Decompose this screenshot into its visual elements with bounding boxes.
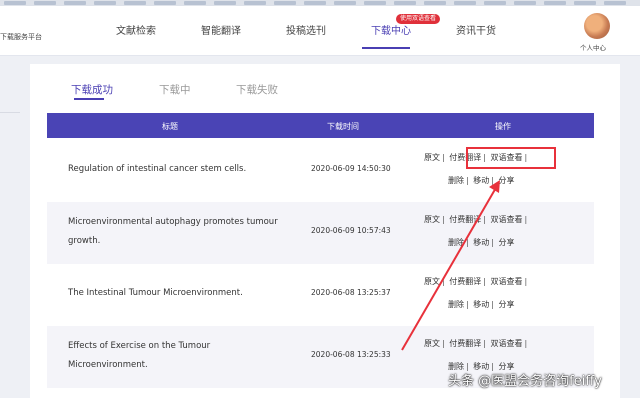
share-link[interactable]: 分享 [499,238,515,247]
download-time: 2020-06-08 13:25:37 [311,288,391,297]
highlight-box [466,147,556,169]
bilingual-view-link[interactable]: 双语查看 [491,277,523,286]
tab-active-indicator [74,98,104,100]
nav-download-center[interactable]: 下载中心 [371,22,411,37]
actions-line-2: 删除 | 移动 | 分享 [448,176,515,185]
actions-line-1: 原文 | 付费翻译 | 双语查看 | [424,339,528,348]
nav-literature-search[interactable]: 文献检索 [116,22,156,37]
download-panel: 下载成功 下载中 下载失败 标题 下载时间 操作 Regulation of i… [30,64,620,398]
avatar[interactable] [584,13,610,39]
watermark: 头条 @医盟会务咨询feiffy [448,374,602,389]
move-link[interactable]: 移动 [473,238,489,247]
table-header: 标题 下载时间 操作 [47,113,594,138]
move-link[interactable]: 移动 [473,300,489,309]
actions-line-2: 删除 | 移动 | 分享 [448,300,515,309]
actions-line-1: 原文 | 付费翻译 | 双语查看 | [424,215,528,224]
tab-download-success[interactable]: 下载成功 [71,82,113,97]
download-time: 2020-06-09 14:50:30 [311,164,391,173]
actions-line-1: 原文 | 付费翻译 | 双语查看 | [424,277,528,286]
paid-translate-link[interactable]: 付费翻译 [449,277,481,286]
original-link[interactable]: 原文 [424,277,440,286]
delete-link[interactable]: 删除 [448,176,464,185]
original-link[interactable]: 原文 [424,215,440,224]
brand-label: 下载服务平台 [0,33,42,41]
nav-news[interactable]: 资讯干货 [456,22,496,37]
share-link[interactable]: 分享 [499,300,515,309]
sidebar-divider [0,112,20,113]
user-center-link[interactable]: 个人中心 [580,42,606,52]
nav-smart-translate[interactable]: 智能翻译 [201,22,241,37]
actions-line-2: 删除 | 移动 | 分享 [448,238,515,247]
table-row: Microenvironmental autophagy promotes tu… [47,202,594,264]
delete-link[interactable]: 删除 [448,300,464,309]
top-navigation: 下载服务平台 文献检索 智能翻译 投稿选刊 下载中心 资讯干货 使用双语查看 个… [0,6,640,56]
download-time: 2020-06-08 13:25:33 [311,350,391,359]
original-link[interactable]: 原文 [424,339,440,348]
move-link[interactable]: 移动 [473,176,489,185]
bilingual-badge: 使用双语查看 [396,14,441,24]
column-actions: 操作 [495,122,511,131]
column-download-time: 下载时间 [327,122,359,131]
article-title: Regulation of intestinal cancer stem cel… [68,164,247,174]
article-title: Microenvironmental autophagy promotes tu… [68,217,278,246]
tab-download-failed[interactable]: 下载失败 [236,82,278,97]
nav-active-indicator [362,47,410,49]
paid-translate-link[interactable]: 付费翻译 [449,215,481,224]
paid-translate-link[interactable]: 付费翻译 [449,339,481,348]
table-row: The Intestinal Tumour Microenvironment. … [47,264,594,326]
tab-downloading[interactable]: 下载中 [159,82,191,97]
article-title: Effects of Exercise on the Tumour Microe… [68,341,211,370]
bilingual-view-link[interactable]: 双语查看 [491,215,523,224]
delete-link[interactable]: 删除 [448,238,464,247]
article-title: The Intestinal Tumour Microenvironment. [68,288,243,298]
download-time: 2020-06-09 10:57:43 [311,226,391,235]
nav-journal-select[interactable]: 投稿选刊 [286,22,326,37]
share-link[interactable]: 分享 [499,176,515,185]
original-link[interactable]: 原文 [424,153,440,162]
column-title: 标题 [162,122,178,131]
bilingual-view-link[interactable]: 双语查看 [491,339,523,348]
